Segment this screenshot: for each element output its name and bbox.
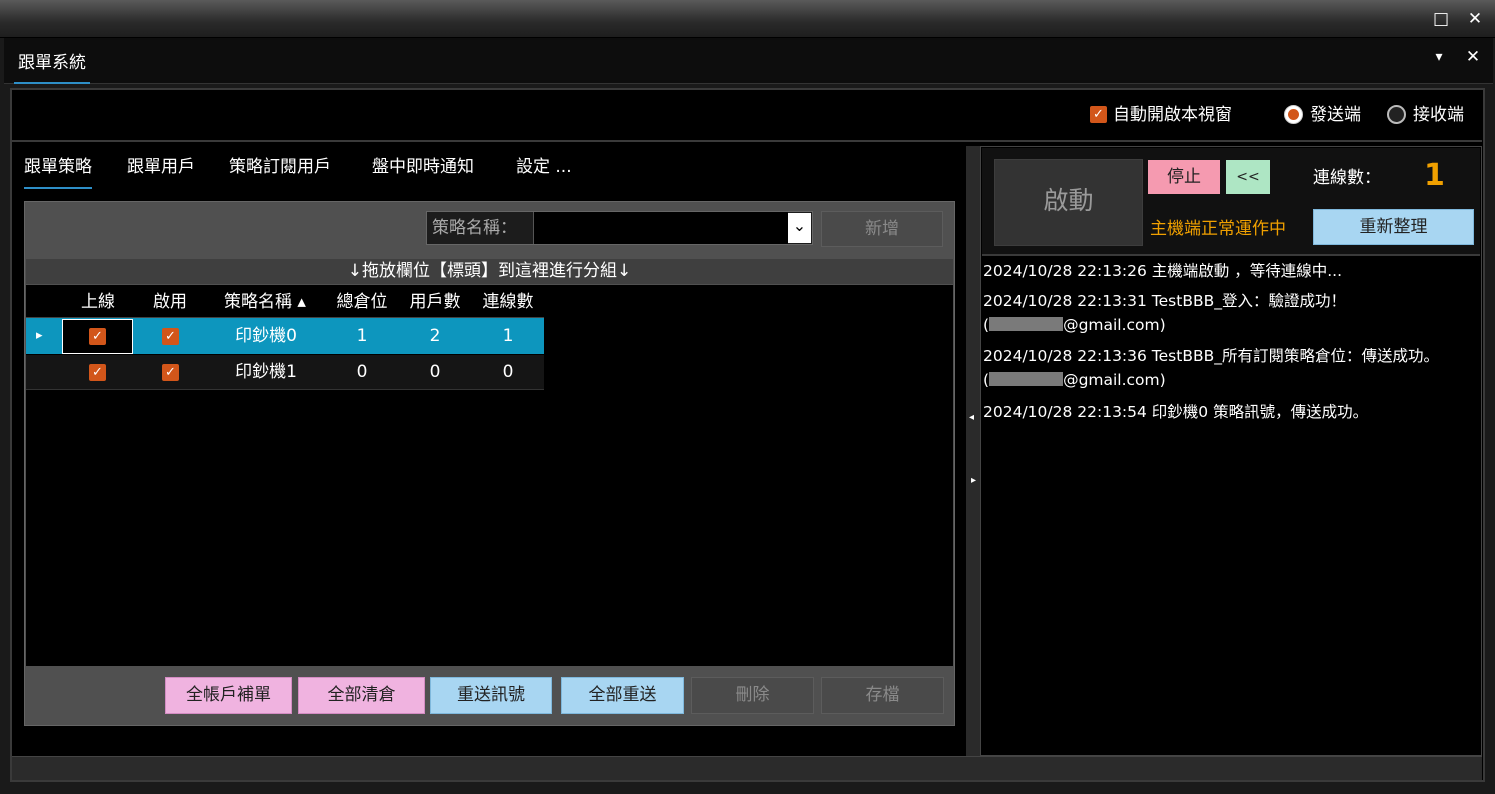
strategy-name-cell: 印鈔機0	[235, 326, 297, 346]
check-icon: ✓	[1093, 107, 1104, 122]
log-line-email: (@gmail.com)	[983, 314, 1166, 336]
col-header-total-position[interactable]: 總倉位	[326, 287, 398, 317]
check-icon: ✓	[92, 329, 103, 344]
tab-realtime-notify[interactable]: 盤中即時通知	[372, 154, 474, 180]
log-line: 2024/10/28 22:13:31 TestBBB_登入：驗證成功！	[983, 292, 1346, 310]
connections-cell: 0	[502, 362, 514, 382]
fill-all-accounts-button[interactable]: 全帳戶補單	[165, 677, 292, 714]
strategy-name-cell: 印鈔機1	[235, 362, 297, 382]
auto-open-label: 自動開啟本視窗	[1113, 105, 1232, 125]
log-line: 2024/10/28 22:13:36 TestBBB_所有訂閱策略倉位：傳送成…	[983, 347, 1439, 365]
resend-all-button[interactable]: 全部重送	[561, 677, 684, 714]
auto-open-checkbox[interactable]: ✓	[1090, 106, 1107, 123]
delete-button[interactable]: 刪除	[691, 677, 814, 714]
col-header-connections[interactable]: 連線數	[472, 287, 544, 317]
redacted-block	[989, 372, 1064, 386]
add-button[interactable]: 新增	[821, 211, 943, 247]
header-bar	[12, 90, 1482, 142]
log-email-suffix: @gmail.com)	[1063, 371, 1166, 389]
server-status-text: 主機端正常運作中	[1150, 219, 1286, 239]
maximize-icon[interactable]: □	[1430, 8, 1452, 30]
tab-strategies[interactable]: 跟單策略	[24, 154, 92, 189]
log-line-email: (@gmail.com)	[983, 369, 1166, 391]
users-cell: 2	[429, 326, 441, 346]
document-tab-bar	[4, 38, 1493, 84]
connections-count: 1	[1424, 158, 1445, 193]
col-header-enabled[interactable]: 啟用	[134, 287, 206, 317]
sender-label: 發送端	[1310, 105, 1361, 125]
log-line: 2024/10/28 22:13:26 主機端啟動 ，等待連線中...	[983, 262, 1343, 280]
total-position-cell: 1	[356, 326, 368, 346]
radio-selected-dot	[1288, 109, 1299, 120]
pin-dropdown-icon[interactable]: ▾	[1428, 46, 1450, 68]
pane-splitter[interactable]	[966, 146, 980, 756]
users-cell: 0	[429, 362, 441, 382]
row-pointer-icon: ▸	[36, 328, 43, 343]
log-email-suffix: @gmail.com)	[1063, 316, 1166, 334]
tab-follow-users[interactable]: 跟單用戶	[127, 154, 195, 180]
close-window-icon[interactable]: ✕	[1464, 8, 1486, 30]
enabled-checkbox[interactable]: ✓	[162, 364, 179, 381]
online-checkbox[interactable]: ✓	[89, 364, 106, 381]
online-checkbox[interactable]: ✓	[89, 328, 106, 345]
resend-signal-button[interactable]: 重送訊號	[430, 677, 552, 714]
connections-label: 連線數：	[1313, 168, 1381, 188]
collapse-button[interactable]: <<	[1226, 160, 1270, 194]
strategy-name-input[interactable]	[533, 212, 788, 244]
splitter-left-icon[interactable]: ◂	[969, 412, 974, 423]
stop-button[interactable]: 停止	[1148, 160, 1220, 194]
receiver-radio[interactable]	[1387, 105, 1406, 124]
close-all-positions-button[interactable]: 全部清倉	[298, 677, 425, 714]
tab-strategy-subscribers[interactable]: 策略訂閱用戶	[229, 154, 331, 180]
col-header-strategy-name[interactable]: 策略名稱 ▴	[206, 287, 324, 317]
check-icon: ✓	[165, 365, 176, 380]
status-bar	[12, 756, 1482, 780]
check-icon: ✓	[165, 329, 176, 344]
strategy-name-label: 策略名稱：	[432, 218, 517, 238]
window-titlebar	[0, 0, 1495, 38]
splitter-right-icon[interactable]: ▸	[971, 475, 976, 486]
redacted-block	[989, 317, 1064, 331]
tab-settings[interactable]: 設定 ...	[516, 154, 572, 180]
connections-cell: 1	[502, 326, 514, 346]
chevron-down-icon[interactable]: ⌄	[788, 213, 811, 243]
total-position-cell: 0	[356, 362, 368, 382]
sender-radio[interactable]	[1284, 105, 1303, 124]
refresh-button[interactable]: 重新整理	[1313, 209, 1474, 245]
tab-order-follow-system[interactable]: 跟單系統	[14, 50, 90, 84]
log-line: 2024/10/28 22:13:54 印鈔機0 策略訊號，傳送成功。	[983, 403, 1369, 421]
group-by-hint: ↓拖放欄位【標頭】到這裡進行分組↓	[26, 259, 953, 284]
check-icon: ✓	[92, 365, 103, 380]
receiver-label: 接收端	[1413, 105, 1464, 125]
enabled-checkbox[interactable]: ✓	[162, 328, 179, 345]
col-header-online[interactable]: 上線	[62, 287, 134, 317]
col-header-users[interactable]: 用戶數	[400, 287, 470, 317]
save-button[interactable]: 存檔	[821, 677, 944, 714]
close-tab-icon[interactable]: ✕	[1462, 46, 1484, 68]
start-button[interactable]: 啟動	[994, 159, 1143, 246]
